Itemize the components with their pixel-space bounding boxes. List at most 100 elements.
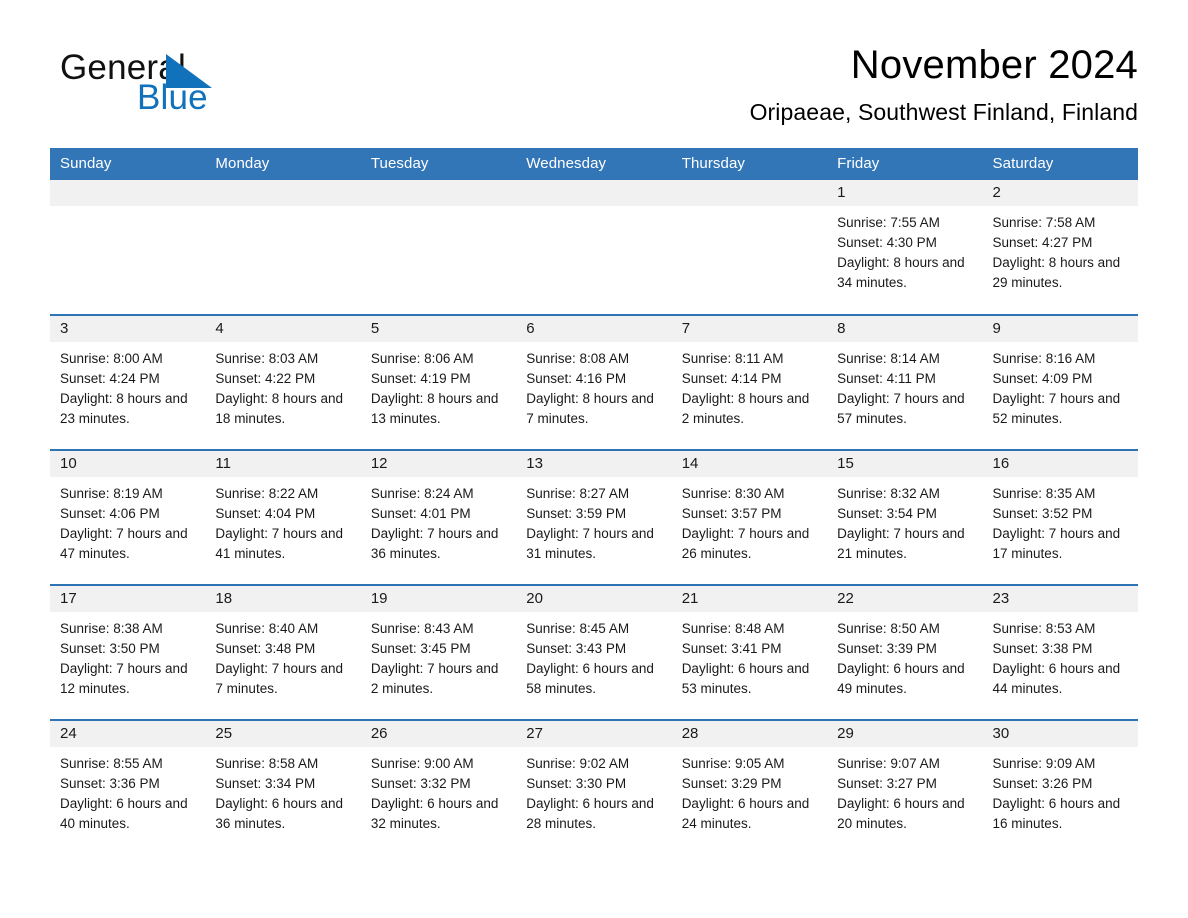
sunrise-text: Sunrise: 8:38 AM (60, 621, 163, 636)
calendar-day-cell[interactable]: 30 Sunrise: 9:09 AM Sunset: 3:26 PM Dayligh… (982, 719, 1138, 855)
daylight-text: Daylight: 6 hours and 58 minutes. (526, 661, 654, 696)
sunset-text: Sunset: 3:52 PM (992, 506, 1093, 521)
calendar-cell-empty (360, 180, 517, 315)
sunset-text: Sunset: 3:38 PM (992, 641, 1093, 656)
day-details: Sunrise: 8:45 AM Sunset: 3:43 PM Daylight:… (516, 612, 671, 699)
day-number: 6 (516, 316, 672, 342)
calendar-day-cell[interactable]: 11 Sunrise: 8:22 AM Sunset: 4:04 PM Dayligh… (205, 449, 361, 585)
daylight-text: Daylight: 7 hours and 57 minutes. (837, 391, 965, 426)
sunset-text: Sunset: 3:48 PM (215, 641, 316, 656)
day-details: Sunrise: 9:02 AM Sunset: 3:30 PM Daylight:… (516, 747, 671, 834)
calendar-body: 1 Sunrise: 7:55 AM Sunset: 4:30 PM Daylight… (50, 180, 1138, 855)
daylight-text: Daylight: 8 hours and 2 minutes. (681, 391, 810, 426)
calendar-day-cell[interactable]: 6 Sunrise: 8:08 AM Sunset: 4:16 PM Daylight… (516, 314, 672, 450)
day-details: Sunrise: 8:00 AM Sunset: 4:24 PM Daylight:… (50, 342, 205, 429)
day-number: 22 (827, 586, 983, 612)
sunrise-text: Sunrise: 8:06 AM (370, 351, 474, 366)
calendar-day-cell[interactable]: 13 Sunrise: 8:27 AM Sunset: 3:59 PM Dayligh… (516, 449, 672, 585)
calendar-day-cell[interactable]: 27 Sunrise: 9:02 AM Sunset: 3:30 PM Dayligh… (516, 719, 672, 855)
sunset-text: Sunset: 4:30 PM (837, 235, 937, 250)
day-number: 20 (516, 586, 672, 612)
daylight-text: Daylight: 6 hours and 44 minutes. (992, 661, 1121, 696)
calendar-day-cell[interactable]: 2 Sunrise: 7:58 AM Sunset: 4:27 PM Daylight… (982, 180, 1138, 315)
calendar-day-cell[interactable]: 7 Sunrise: 8:11 AM Sunset: 4:14 PM Daylight… (671, 314, 828, 450)
sunset-text: Sunset: 4:14 PM (681, 371, 782, 386)
calendar-day-cell[interactable]: 12 Sunrise: 8:24 AM Sunset: 4:01 PM Dayligh… (360, 449, 517, 585)
day-number: 16 (982, 451, 1138, 477)
day-number: 13 (516, 451, 672, 477)
calendar-day-cell[interactable]: 25 Sunrise: 8:58 AM Sunset: 3:34 PM Dayligh… (205, 719, 361, 855)
calendar-day-cell[interactable]: 4 Sunrise: 8:03 AM Sunset: 4:22 PM Daylight… (205, 314, 361, 450)
calendar-day-cell[interactable]: 20 Sunrise: 8:45 AM Sunset: 3:43 PM Dayligh… (516, 584, 672, 720)
calendar-week-row: 10 Sunrise: 8:19 AM Sunset: 4:06 PM Dayligh… (50, 449, 1138, 585)
day-number: 8 (827, 316, 983, 342)
calendar-day-cell[interactable]: 19 Sunrise: 8:43 AM Sunset: 3:45 PM Dayligh… (360, 584, 517, 720)
sunrise-text: Sunrise: 8:14 AM (837, 351, 940, 366)
sunset-text: Sunset: 3:36 PM (60, 776, 160, 791)
calendar-day-cell[interactable]: 23 Sunrise: 8:53 AM Sunset: 3:38 PM Dayligh… (982, 584, 1138, 720)
sunset-text: Sunset: 3:32 PM (370, 776, 471, 791)
day-number: 26 (360, 721, 517, 747)
calendar-day-cell[interactable]: 10 Sunrise: 8:19 AM Sunset: 4:06 PM Dayligh… (50, 449, 206, 585)
calendar-header-row: Sunday Monday Tuesday Wednesday Thursday… (50, 148, 1138, 180)
daylight-text: Daylight: 6 hours and 36 minutes. (215, 796, 343, 831)
day-number: 17 (50, 586, 206, 612)
daylight-text: Daylight: 6 hours and 28 minutes. (526, 796, 654, 831)
sunrise-text: Sunrise: 8:24 AM (370, 486, 474, 501)
day-details: Sunrise: 8:48 AM Sunset: 3:41 PM Daylight:… (672, 612, 827, 699)
calendar-day-cell[interactable]: 9 Sunrise: 8:16 AM Sunset: 4:09 PM Daylight… (982, 314, 1138, 450)
calendar-day-cell[interactable]: 26 Sunrise: 9:00 AM Sunset: 3:32 PM Dayligh… (360, 719, 517, 855)
calendar-day-cell[interactable]: 29 Sunrise: 9:07 AM Sunset: 3:27 PM Dayligh… (827, 719, 983, 855)
sunset-text: Sunset: 3:43 PM (526, 641, 627, 656)
day-number: 9 (982, 316, 1138, 342)
calendar-day-cell[interactable]: 24 Sunrise: 8:55 AM Sunset: 3:36 PM Dayligh… (50, 719, 206, 855)
calendar-day-cell[interactable]: 28 Sunrise: 9:05 AM Sunset: 3:29 PM Dayligh… (671, 719, 828, 855)
sunset-text: Sunset: 3:45 PM (370, 641, 471, 656)
calendar-day-cell[interactable]: 18 Sunrise: 8:40 AM Sunset: 3:48 PM Dayligh… (205, 584, 361, 720)
day-details: Sunrise: 7:55 AM Sunset: 4:30 PM Daylight:… (827, 206, 982, 293)
calendar-day-cell[interactable]: 3 Sunrise: 8:00 AM Sunset: 4:24 PM Daylight… (50, 314, 206, 450)
daylight-text: Daylight: 6 hours and 49 minutes. (837, 661, 965, 696)
sunset-text: Sunset: 4:16 PM (526, 371, 627, 386)
calendar-day-cell[interactable]: 22 Sunrise: 8:50 AM Sunset: 3:39 PM Dayligh… (827, 584, 983, 720)
day-details: Sunrise: 8:03 AM Sunset: 4:22 PM Daylight:… (205, 342, 360, 429)
weekday-header-friday: Friday (827, 148, 983, 180)
day-details: Sunrise: 9:05 AM Sunset: 3:29 PM Daylight:… (672, 747, 827, 834)
sunset-text: Sunset: 3:39 PM (837, 641, 937, 656)
day-number: 11 (205, 451, 361, 477)
daylight-text: Daylight: 6 hours and 53 minutes. (681, 661, 810, 696)
sunrise-text: Sunrise: 8:53 AM (992, 621, 1096, 636)
sunrise-text: Sunrise: 8:19 AM (60, 486, 163, 501)
day-number: 18 (205, 586, 361, 612)
calendar-day-cell[interactable]: 16 Sunrise: 8:35 AM Sunset: 3:52 PM Dayligh… (982, 449, 1138, 585)
calendar-day-cell[interactable]: 1 Sunrise: 7:55 AM Sunset: 4:30 PM Daylight… (827, 180, 983, 315)
calendar-day-cell[interactable]: 21 Sunrise: 8:48 AM Sunset: 3:41 PM Dayligh… (671, 584, 828, 720)
calendar-day-cell[interactable]: 5 Sunrise: 8:06 AM Sunset: 4:19 PM Daylight… (360, 314, 517, 450)
sunrise-text: Sunrise: 8:35 AM (992, 486, 1096, 501)
calendar-day-cell[interactable]: 15 Sunrise: 8:32 AM Sunset: 3:54 PM Dayligh… (827, 449, 983, 585)
day-details: Sunrise: 8:35 AM Sunset: 3:52 PM Daylight:… (983, 477, 1138, 564)
day-number (671, 180, 828, 206)
sunset-text: Sunset: 4:01 PM (370, 506, 471, 521)
day-number: 15 (827, 451, 983, 477)
page-subtitle: Oripaeae, Southwest Finland, Finland (749, 99, 1138, 125)
day-number (205, 180, 361, 206)
daylight-text: Daylight: 6 hours and 24 minutes. (681, 796, 810, 831)
sunset-text: Sunset: 3:50 PM (60, 641, 160, 656)
calendar-day-cell[interactable]: 8 Sunrise: 8:14 AM Sunset: 4:11 PM Daylight… (827, 314, 983, 450)
calendar-day-cell[interactable]: 14 Sunrise: 8:30 AM Sunset: 3:57 PM Dayligh… (671, 449, 828, 585)
title-block: November 2024 Oripaeae, Southwest Finlan… (750, 40, 1138, 128)
calendar-day-cell[interactable]: 17 Sunrise: 8:38 AM Sunset: 3:50 PM Dayligh… (50, 584, 206, 720)
logo-text-blue: Blue (137, 78, 208, 117)
sunrise-text: Sunrise: 7:58 AM (992, 215, 1096, 230)
daylight-text: Daylight: 7 hours and 41 minutes. (215, 526, 343, 561)
page-header: General Blue November 2024 Oripaeae, Sou… (50, 0, 1138, 148)
daylight-text: Daylight: 6 hours and 40 minutes. (60, 796, 188, 831)
daylight-text: Daylight: 7 hours and 7 minutes. (215, 661, 343, 696)
sunset-text: Sunset: 4:04 PM (215, 506, 316, 521)
daylight-text: Daylight: 6 hours and 16 minutes. (992, 796, 1121, 831)
general-blue-logo[interactable]: General Blue (60, 48, 320, 126)
day-details: Sunrise: 8:22 AM Sunset: 4:04 PM Daylight:… (205, 477, 360, 564)
sunrise-text: Sunrise: 9:00 AM (370, 756, 474, 771)
calendar-week-row: 3 Sunrise: 8:00 AM Sunset: 4:24 PM Daylight… (50, 314, 1138, 450)
